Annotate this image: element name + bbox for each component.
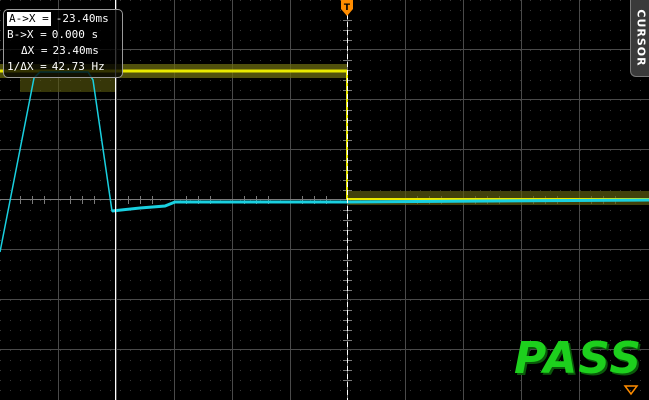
readout-value: 0.000 s [51, 28, 99, 41]
oscilloscope-display: T A->X = -23.40ms B->X = 0.000 s ΔX = 23.40… [0, 0, 649, 400]
svg-text:T: T [344, 3, 351, 13]
readout-row-delta-x: ΔX = 23.40ms [21, 44, 99, 58]
readout-row-inverse-delta-x: 1/ΔX = 42.73 Hz [7, 60, 105, 74]
pass-fail-status: PASS [514, 333, 643, 384]
cursor-menu-tab-label: CURSOR [634, 9, 647, 67]
readout-row-b-to-x: B->X = 0.000 s [7, 28, 98, 42]
readout-value: -23.40ms [55, 12, 109, 25]
readout-label: A->X = [7, 12, 51, 26]
readout-row-a-to-x: A->X = -23.40ms [7, 12, 109, 26]
readout-label: ΔX = [21, 44, 48, 57]
readout-value: 23.40ms [52, 44, 99, 57]
cursor-menu-tab[interactable]: CURSOR [630, 0, 649, 77]
readout-label: B->X = [7, 28, 47, 41]
cursor-readout-panel[interactable]: A->X = -23.40ms B->X = 0.000 s ΔX = 23.40ms… [3, 9, 123, 78]
readout-value: 42.73 Hz [51, 60, 105, 73]
readout-label: 1/ΔX = [7, 60, 47, 73]
